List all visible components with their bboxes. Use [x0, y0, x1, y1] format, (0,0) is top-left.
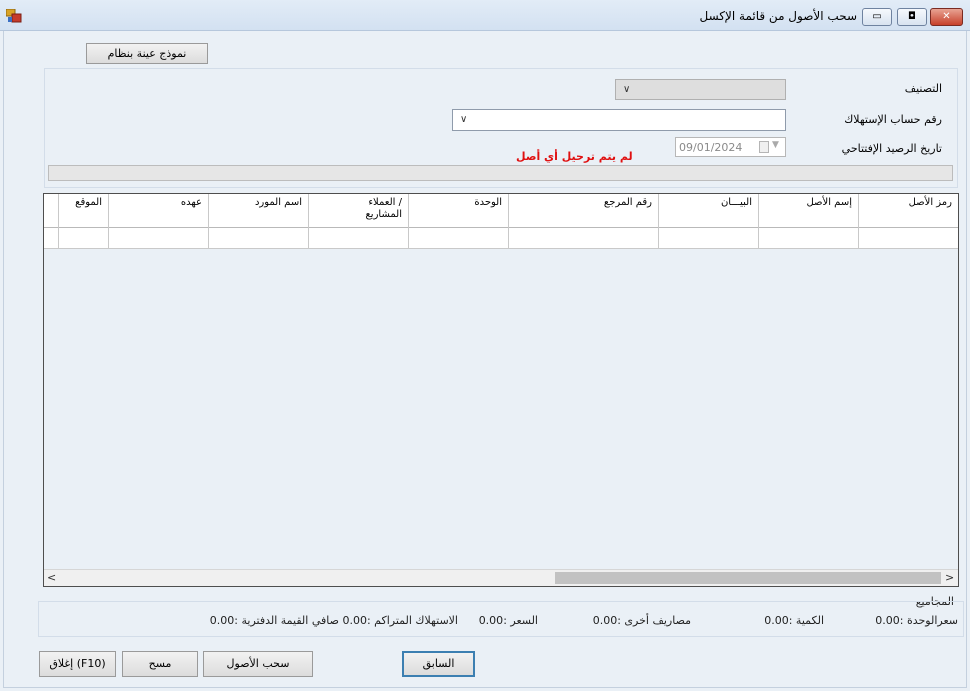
column-header[interactable]: رقم المرجع [508, 194, 658, 228]
total-price: السعر :0.00 [478, 614, 538, 627]
grid-cell[interactable] [58, 228, 108, 249]
clear-button[interactable]: مسح [122, 651, 198, 677]
grid-cell[interactable] [658, 228, 758, 249]
chevron-down-icon: ∨ [460, 114, 468, 125]
close-form-button[interactable]: إغلاق (F10) [39, 651, 116, 677]
grid-cell[interactable] [508, 228, 658, 249]
opening-balance-date-label: تاريخ الرصيد الإفتتاحي [841, 142, 942, 155]
assets-grid[interactable]: رمز الأصل إسم الأصل البيـــان رقم المرجع الو… [43, 193, 959, 587]
title-bar: سحب الأصول من قائمة الإكسل ▭ ◘ ✕ [0, 0, 970, 31]
total-quantity: الكمية :0.00 [764, 614, 824, 627]
grid-cell[interactable] [408, 228, 508, 249]
minimize-button[interactable]: ▭ [862, 8, 892, 26]
column-header[interactable]: العملاء / المشاريع [308, 194, 408, 228]
column-header[interactable]: الموقع [58, 194, 108, 228]
column-header[interactable]: البيـــان [658, 194, 758, 228]
column-header[interactable]: اسم المورد [208, 194, 308, 228]
status-message: لم يتم ترحيل أي أصل [516, 150, 633, 163]
dropdown-arrow-icon: ▼ [772, 140, 779, 150]
grid-cell[interactable] [108, 228, 208, 249]
opening-balance-date-picker[interactable]: 09/01/2024 ▼ [675, 137, 786, 157]
grid-new-row[interactable] [44, 228, 958, 249]
column-header[interactable]: إسم الأصل [758, 194, 858, 228]
category-dropdown[interactable]: ∨ [615, 79, 786, 100]
import-progress-bar [48, 165, 953, 181]
close-window-button[interactable]: ✕ [930, 8, 963, 26]
chevron-down-icon: ∨ [623, 84, 631, 95]
sample-template-button[interactable]: نموذج عينة بنظام [86, 43, 208, 64]
scroll-left-icon[interactable]: < [47, 571, 56, 584]
total-unit-price: سعرالوحدة :0.00 [875, 614, 958, 627]
grid-cell[interactable] [208, 228, 308, 249]
category-label: التصنيف [904, 82, 942, 95]
horizontal-scrollbar[interactable]: < > [44, 569, 958, 586]
calendar-icon [759, 141, 769, 153]
depreciation-account-dropdown[interactable]: ∨ [452, 109, 786, 131]
total-other-expenses: مصاريف أخرى :0.00 [592, 614, 691, 627]
scroll-thumb[interactable] [555, 572, 941, 584]
maximize-button[interactable]: ◘ [897, 8, 927, 26]
column-header[interactable]: رمز الأصل [858, 194, 958, 228]
column-header[interactable]: الوحدة [408, 194, 508, 228]
window-title: سحب الأصول من قائمة الإكسل [699, 9, 857, 23]
depreciation-account-label: رقم حساب الإستهلاك [844, 113, 942, 126]
import-assets-button[interactable]: سحب الأصول [203, 651, 313, 677]
app-window-icon[interactable] [5, 8, 22, 23]
total-depreciation-net-book-value: الاستهلاك المتراكم :0.00 صافي القيمة الد… [209, 614, 458, 627]
scroll-right-icon[interactable]: > [945, 571, 954, 584]
grid-cell[interactable] [308, 228, 408, 249]
grid-cell[interactable] [758, 228, 858, 249]
column-header[interactable]: عهده [108, 194, 208, 228]
previous-button[interactable]: السابق [402, 651, 475, 677]
grid-cell[interactable] [858, 228, 958, 249]
grid-header: رمز الأصل إسم الأصل البيـــان رقم المرجع الو… [44, 194, 958, 228]
date-value: 09/01/2024 [679, 141, 743, 154]
